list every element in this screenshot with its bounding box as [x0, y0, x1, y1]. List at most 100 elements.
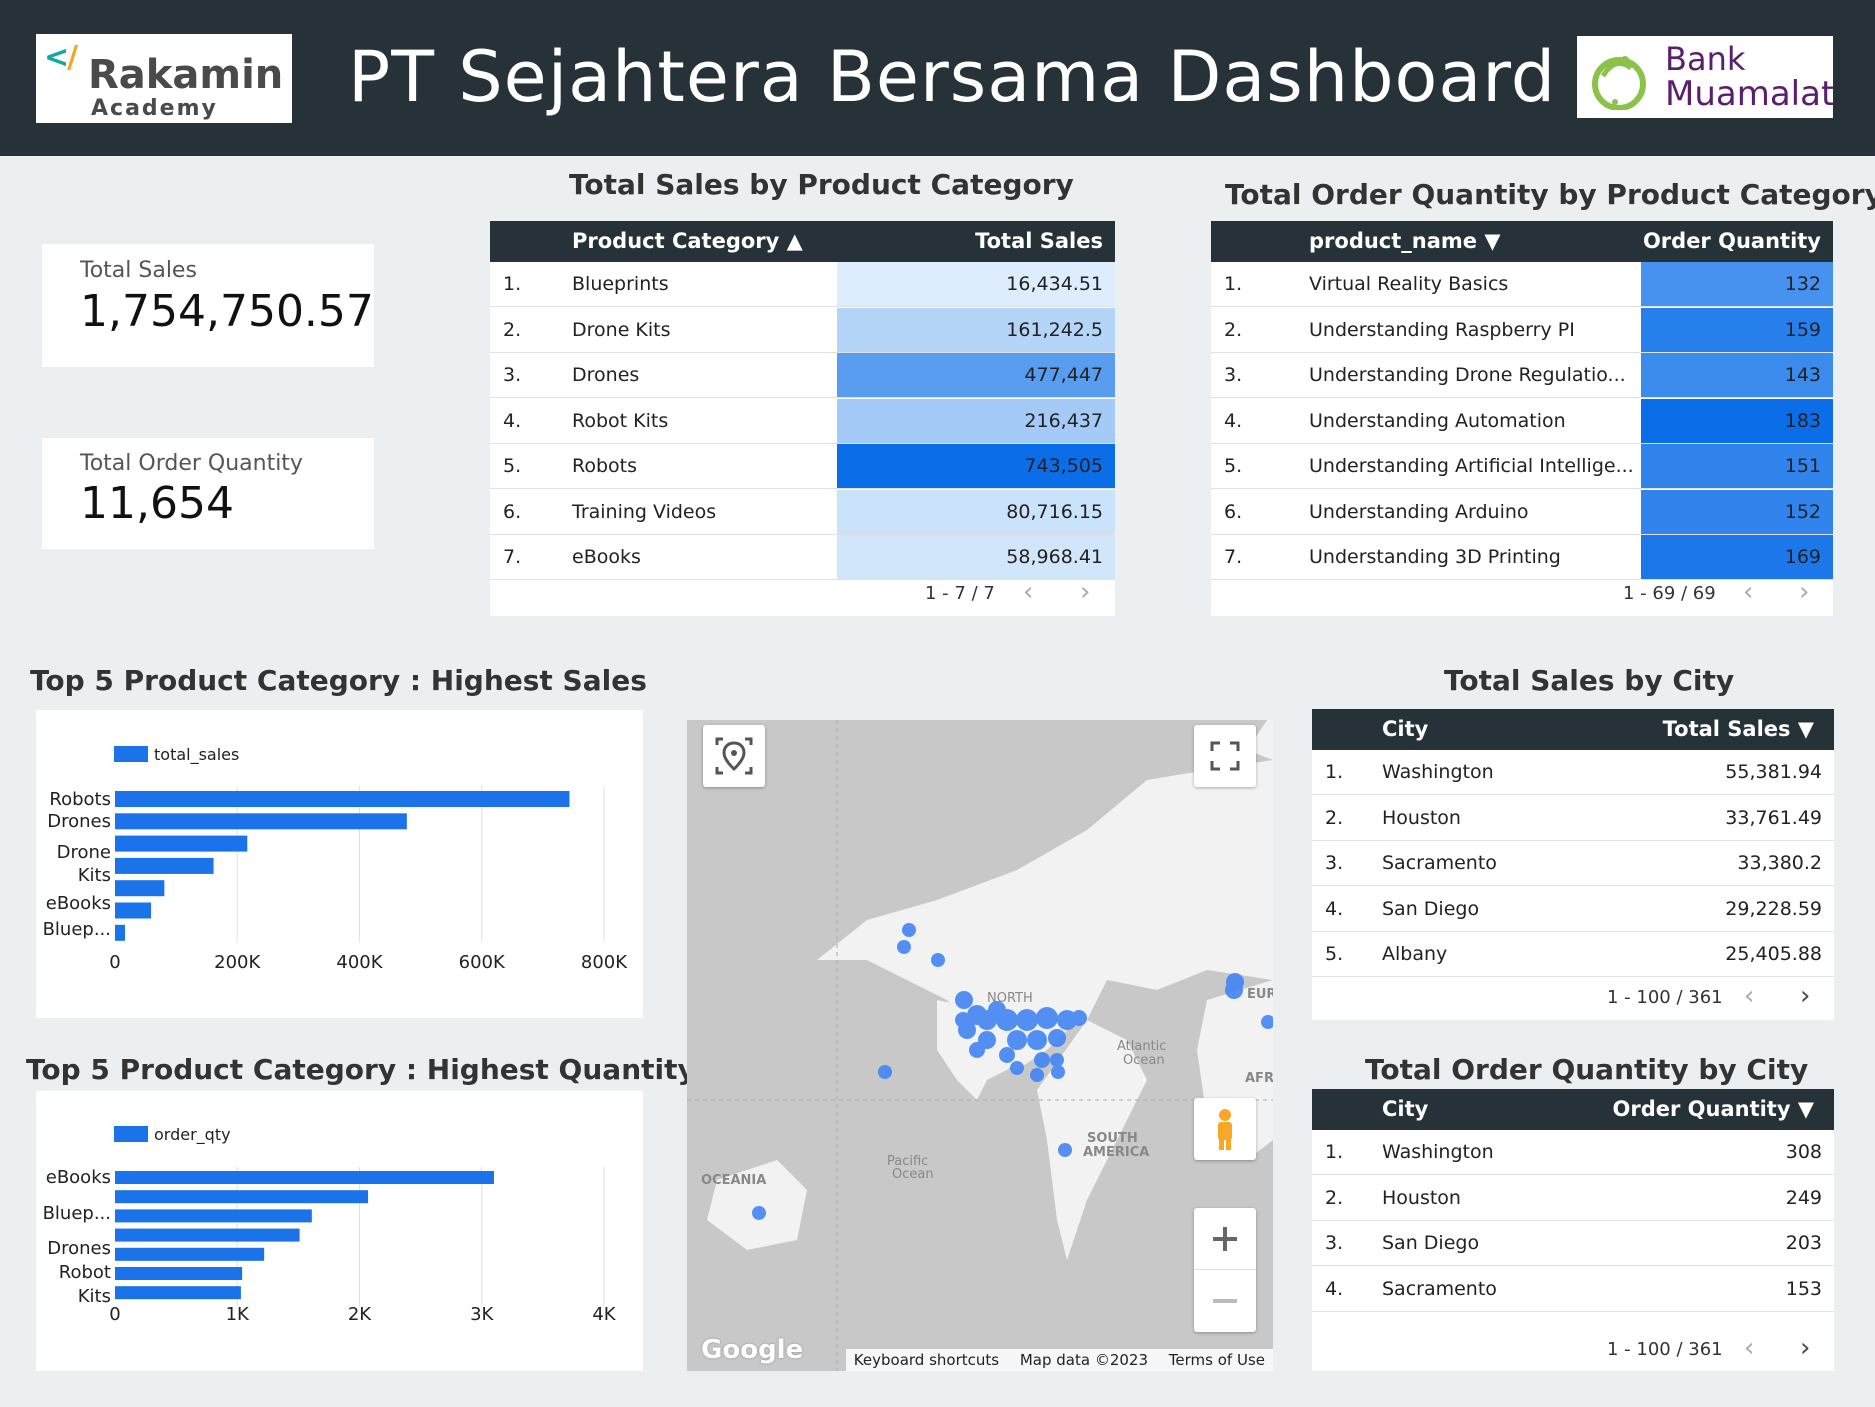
zoom-out-button[interactable]	[1194, 1270, 1256, 1332]
table-row[interactable]: 5. Albany 25,405.88	[1312, 932, 1834, 977]
zoom-controls	[1194, 1208, 1256, 1332]
x-tick-label: 1K	[226, 1304, 250, 1325]
table-row[interactable]: 3. Drones 477,447	[490, 353, 1115, 398]
bar[interactable]	[115, 902, 152, 919]
row-index: 1.	[503, 273, 522, 295]
table-row[interactable]: 3. Sacramento 33,380.2	[1312, 841, 1834, 886]
table-row[interactable]: 4. Robot Kits 216,437	[490, 398, 1115, 444]
row-value: 58,968.41	[1006, 546, 1103, 568]
bar[interactable]	[115, 880, 165, 897]
pegman-button[interactable]	[1194, 1098, 1256, 1160]
bar[interactable]	[115, 1228, 300, 1242]
bar[interactable]	[115, 1209, 312, 1223]
table-row[interactable]: 5. Understanding Artificial Intellige... 1…	[1211, 444, 1833, 489]
col-total-sales[interactable]: Total Sales ▼	[1663, 717, 1814, 741]
prev-page-button[interactable]: ‹	[1023, 577, 1033, 607]
next-page-button[interactable]: ›	[1800, 1333, 1810, 1363]
row-index: 3.	[1325, 852, 1344, 874]
next-page-button[interactable]: ›	[1799, 577, 1809, 607]
row-index: 2.	[1325, 1186, 1344, 1209]
row-index: 3.	[1325, 1232, 1344, 1254]
col-order-quantity[interactable]: Order Quantity	[1643, 229, 1821, 253]
y-tick-label: eBooks	[46, 893, 111, 914]
table-row[interactable]: 2. Understanding Raspberry PI 159	[1211, 307, 1833, 353]
bar[interactable]	[115, 924, 126, 941]
bar[interactable]	[115, 857, 214, 874]
x-tick-label: 2K	[348, 1304, 372, 1325]
bar[interactable]	[115, 1286, 241, 1300]
row-value: 29,228.59	[1725, 897, 1822, 920]
next-page-button[interactable]: ›	[1800, 981, 1810, 1011]
row-value: 33,761.49	[1725, 806, 1822, 829]
top5-sales-chart: 0 200K 400K 600K 800K total_sales Robots Drones…	[36, 710, 643, 1018]
table-row[interactable]: 4. Understanding Automation 183	[1211, 398, 1833, 444]
table-row[interactable]: 3. Understanding Drone Regulatio... 143	[1211, 353, 1833, 398]
row-index: 4.	[503, 409, 522, 432]
bar[interactable]	[115, 813, 407, 830]
table-row[interactable]: 4. Sacramento 153	[1312, 1267, 1834, 1312]
col-total-sales[interactable]: Total Sales	[975, 229, 1103, 253]
row-name: Sacramento	[1382, 852, 1497, 874]
table-pager-text: 1 - 69 / 69	[1623, 583, 1716, 604]
row-name: eBooks	[572, 546, 641, 568]
bar[interactable]	[115, 1190, 369, 1204]
table-row[interactable]: 4. San Diego 29,228.59	[1312, 887, 1834, 932]
row-index: 7.	[1224, 546, 1243, 568]
table-row[interactable]: 1. Washington 308	[1312, 1130, 1834, 1175]
prev-page-button[interactable]: ‹	[1744, 1333, 1754, 1363]
table-row[interactable]: 2. Drone Kits 161,242.5	[490, 307, 1115, 353]
map-label-atlantic2: Ocean	[1123, 1053, 1165, 1068]
table-row[interactable]: 7. eBooks 58,968.41	[490, 535, 1115, 580]
bar[interactable]	[115, 791, 570, 807]
col-order-quantity[interactable]: Order Quantity ▼	[1613, 1097, 1815, 1121]
prev-page-button[interactable]: ‹	[1743, 577, 1753, 607]
col-product-category[interactable]: Product Category ▲	[572, 229, 803, 253]
table-row[interactable]: 6. Training Videos 80,716.15	[490, 489, 1115, 535]
col-city[interactable]: City	[1382, 717, 1428, 741]
muamalat-emblem-icon	[1592, 56, 1646, 110]
row-index: 4.	[1325, 897, 1344, 920]
table-row[interactable]: 3. San Diego 203	[1312, 1221, 1834, 1266]
table-header: Product Category ▲ Total Sales	[490, 221, 1115, 262]
table-row[interactable]: 2. Houston 249	[1312, 1176, 1834, 1221]
row-value: 80,716.15	[1006, 500, 1103, 523]
bar[interactable]	[115, 1267, 243, 1280]
row-name: Understanding Automation	[1309, 409, 1566, 432]
table-row[interactable]: 7. Understanding 3D Printing 169	[1211, 535, 1833, 580]
total-sales-label: Total Sales	[80, 258, 197, 283]
y-tick-label: Drones	[47, 811, 111, 832]
top5-qty-chart: 0 1K 2K 3K 4K order_qty eBooks Bluep... Drones Ro…	[36, 1091, 643, 1371]
table-row[interactable]: 6. Understanding Arduino 152	[1211, 489, 1833, 535]
location-reset-button[interactable]	[703, 725, 765, 787]
bar[interactable]	[115, 1171, 494, 1184]
bubble-map[interactable]: NORTH Atlantic Ocean SOUTH AMERICA Pacif…	[687, 720, 1273, 1371]
table-row[interactable]: 1. Virtual Reality Basics 132	[1211, 262, 1833, 307]
col-product-name[interactable]: product_name ▼	[1309, 229, 1501, 253]
table-row[interactable]: 5. Robots 743,505	[490, 444, 1115, 489]
col-city[interactable]: City	[1382, 1097, 1428, 1121]
table-row[interactable]: 2. Houston 33,761.49	[1312, 796, 1834, 841]
map-data-text: Map data ©2023	[1019, 1351, 1149, 1369]
y-tick-label: Drones	[47, 1238, 111, 1259]
page-title: PT Sejahtera Bersama Dashboard	[348, 36, 1557, 118]
row-value: 183	[1784, 409, 1821, 432]
table-row[interactable]: 1. Washington 55,381.94	[1312, 750, 1834, 795]
bar[interactable]	[115, 835, 248, 852]
row-value: 159	[1784, 318, 1821, 341]
qty-by-city-title: Total Order Quantity by City	[1365, 1053, 1809, 1086]
zoom-in-icon	[1213, 1227, 1237, 1251]
next-page-button[interactable]: ›	[1080, 577, 1090, 607]
table-row[interactable]: 1. Blueprints 16,434.51	[490, 262, 1115, 307]
y-tick-label: Drone	[57, 842, 111, 863]
zoom-in-button[interactable]	[1194, 1208, 1256, 1270]
row-index: 6.	[503, 500, 522, 523]
terms-of-use-link[interactable]: Terms of Use	[1161, 1351, 1273, 1369]
keyboard-shortcuts-link[interactable]: Keyboard shortcuts	[846, 1351, 1007, 1369]
fullscreen-button[interactable]	[1194, 725, 1256, 787]
total-qty-scorecard: Total Order Quantity 11,654	[42, 438, 374, 549]
prev-page-button[interactable]: ‹	[1744, 981, 1754, 1011]
map-label-oceania: OCEANIA	[701, 1173, 766, 1188]
row-name: Washington	[1382, 1141, 1494, 1163]
bar[interactable]	[115, 1247, 265, 1261]
y-tick-label: eBooks	[46, 1167, 111, 1188]
